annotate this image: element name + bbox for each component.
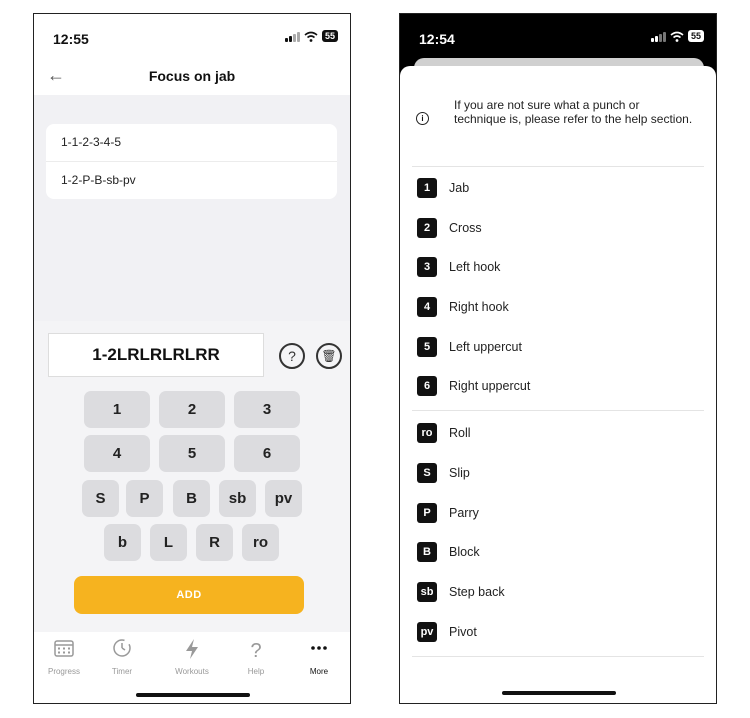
punch-badge: 4: [417, 297, 437, 317]
technique-name: Step back: [449, 585, 505, 599]
punch-name: Right uppercut: [449, 379, 531, 393]
technique-item: ro Roll: [417, 422, 471, 444]
divider: [412, 656, 704, 657]
tab-bar: Progress Timer Workouts ? Help More: [34, 632, 350, 703]
home-indicator: [136, 693, 250, 697]
key-step-back[interactable]: sb: [219, 480, 256, 517]
technique-badge: sb: [417, 582, 437, 602]
info-icon: i: [416, 112, 429, 125]
combo-list: 1-1-2-3-4-5 1-2-P-B-sb-pv: [46, 124, 337, 199]
key-2[interactable]: 2: [159, 391, 225, 428]
tab-label: Progress: [47, 667, 80, 676]
key-3[interactable]: 3: [234, 391, 300, 428]
key-block[interactable]: B: [173, 480, 210, 517]
technique-name: Pivot: [449, 625, 477, 639]
help-button[interactable]: ?: [279, 343, 305, 369]
technique-item: S Slip: [417, 462, 470, 484]
technique-badge: B: [417, 542, 437, 562]
tab-label: Help: [247, 667, 265, 676]
key-6[interactable]: 6: [234, 435, 300, 472]
punch-item: 2 Cross: [417, 217, 482, 239]
key-1[interactable]: 1: [84, 391, 150, 428]
key-right[interactable]: R: [196, 524, 233, 561]
punch-name: Left hook: [449, 260, 501, 274]
key-b[interactable]: b: [104, 524, 141, 561]
signal-icon: [284, 31, 300, 42]
punch-item: 6 Right uppercut: [417, 375, 530, 397]
combo-editor-screen: 12:55 55 ← Focus on jab 1-1-2-3-4-5 1-2-…: [33, 13, 351, 704]
punch-name: Jab: [449, 181, 470, 195]
punch-item: 5 Left uppercut: [417, 336, 522, 358]
punch-badge: 3: [417, 257, 437, 277]
technique-name: Slip: [449, 466, 470, 480]
punch-item: 1 Jab: [417, 177, 469, 199]
battery-icon: 55: [321, 30, 338, 42]
technique-item: pv Pivot: [417, 621, 477, 643]
divider: [412, 166, 704, 167]
combo-list-area: 1-1-2-3-4-5 1-2-P-B-sb-pv: [34, 95, 350, 321]
tab-label: Workouts: [175, 667, 209, 676]
technique-badge: P: [417, 503, 437, 523]
page-title: Focus on jab: [148, 68, 236, 84]
technique-badge: S: [417, 463, 437, 483]
status-bar: 12:55 55: [34, 14, 350, 58]
tab-help[interactable]: ? Help: [228, 638, 284, 676]
combo-input[interactable]: 1-2LRLRLRLRR: [48, 333, 264, 377]
combo-keypad-panel: 1-2LRLRLRLRR ? 🗑 1 2 3 4 5 6 S P B sb pv…: [34, 321, 350, 632]
tab-timer[interactable]: Timer: [94, 638, 150, 676]
status-time: 12:54: [419, 31, 455, 47]
key-5[interactable]: 5: [159, 435, 225, 472]
key-pivot[interactable]: pv: [265, 480, 302, 517]
more-icon: [291, 638, 347, 664]
tab-more[interactable]: More: [291, 638, 347, 676]
technique-badge: ro: [417, 423, 437, 443]
battery-icon: 55: [687, 30, 704, 42]
punch-badge: 2: [417, 218, 437, 238]
wifi-icon: [670, 31, 684, 42]
calendar-icon: [36, 638, 92, 664]
add-button[interactable]: ADD: [74, 576, 304, 614]
key-roll[interactable]: ro: [242, 524, 279, 561]
technique-reference-screen: 12:54 55 i If you are not sure what a pu…: [399, 13, 717, 704]
signal-icon: [650, 31, 666, 42]
key-4[interactable]: 4: [84, 435, 150, 472]
technique-badge: pv: [417, 622, 437, 642]
question-icon: ?: [250, 640, 262, 662]
status-time: 12:55: [53, 31, 89, 47]
timer-icon: [94, 638, 150, 664]
punch-item: 4 Right hook: [417, 296, 509, 318]
technique-item: B Block: [417, 541, 480, 563]
wifi-icon: [304, 31, 318, 42]
key-slip[interactable]: S: [82, 480, 119, 517]
combo-item[interactable]: 1-2-P-B-sb-pv: [46, 161, 337, 199]
lightning-icon: [164, 638, 220, 664]
delete-button[interactable]: 🗑: [316, 343, 342, 369]
key-left[interactable]: L: [150, 524, 187, 561]
technique-name: Roll: [449, 426, 471, 440]
punch-badge: 5: [417, 337, 437, 357]
tab-label: More: [309, 667, 329, 676]
tab-label: Timer: [111, 667, 133, 676]
info-text: If you are not sure what a punch or tech…: [454, 98, 693, 126]
technique-name: Block: [449, 545, 480, 559]
punch-name: Left uppercut: [449, 340, 522, 354]
punch-badge: 1: [417, 178, 437, 198]
technique-name: Parry: [449, 506, 479, 520]
combo-item[interactable]: 1-1-2-3-4-5: [46, 124, 337, 161]
punch-item: 3 Left hook: [417, 256, 500, 278]
key-parry[interactable]: P: [126, 480, 163, 517]
status-bar: 12:54 55: [400, 14, 716, 58]
divider: [412, 410, 704, 411]
technique-sheet: i If you are not sure what a punch or te…: [400, 66, 716, 703]
technique-item: sb Step back: [417, 581, 505, 603]
punch-badge: 6: [417, 376, 437, 396]
header: ← Focus on jab: [34, 58, 350, 95]
tab-progress[interactable]: Progress: [36, 638, 92, 676]
punch-name: Cross: [449, 221, 482, 235]
home-indicator: [502, 691, 616, 695]
punch-name: Right hook: [449, 300, 509, 314]
tab-workouts[interactable]: Workouts: [164, 638, 220, 676]
technique-item: P Parry: [417, 502, 479, 524]
